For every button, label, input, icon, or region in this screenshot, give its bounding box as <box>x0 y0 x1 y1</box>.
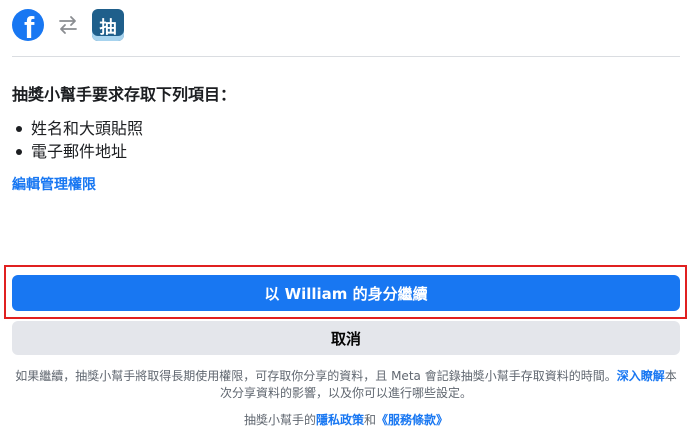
bullet-icon <box>16 148 22 155</box>
permissions-heading: 抽獎小幫手要求存取下列項目： <box>12 85 237 104</box>
permission-item-label: 姓名和大頭貼照 <box>31 119 144 138</box>
footer-joiner: 和 <box>364 413 377 427</box>
header-bar: f 抽 <box>12 9 124 41</box>
cancel-button[interactable]: 取消 <box>12 321 680 355</box>
permission-item-label: 電子郵件地址 <box>31 142 128 161</box>
disclaimer-text: 如果繼續，抽獎小幫手將取得長期使用權限，可存取你分享的資料，且 Meta 會記錄… <box>12 368 680 402</box>
privacy-policy-link[interactable]: 隱私政策 <box>316 413 364 427</box>
permission-item: 姓名和大頭貼照 <box>16 117 143 140</box>
continue-as-button[interactable]: 以 William 的身分繼續 <box>12 275 680 311</box>
facebook-logo-letter: f <box>24 10 35 42</box>
divider <box>12 56 680 57</box>
permission-item: 電子郵件地址 <box>16 140 143 163</box>
footer-prefix: 抽獎小幫手的 <box>243 413 316 427</box>
permissions-list: 姓名和大頭貼照 電子郵件地址 <box>16 117 143 163</box>
app-icon: 抽 <box>92 9 124 41</box>
facebook-icon: f <box>12 9 44 41</box>
footer-links: 抽獎小幫手的隱私政策和《服務條款》 <box>12 412 680 429</box>
edit-permissions-link[interactable]: 編輯管理權限 <box>12 176 96 194</box>
bullet-icon <box>16 125 22 132</box>
disclaimer-text-before: 如果繼續，抽獎小幫手將取得長期使用權限，可存取你分享的資料，且 Meta 會記錄… <box>15 369 617 383</box>
learn-more-link[interactable]: 深入瞭解 <box>617 369 665 383</box>
terms-of-service-link[interactable]: 《服務條款》 <box>376 413 448 427</box>
swap-arrows-icon <box>56 13 80 37</box>
